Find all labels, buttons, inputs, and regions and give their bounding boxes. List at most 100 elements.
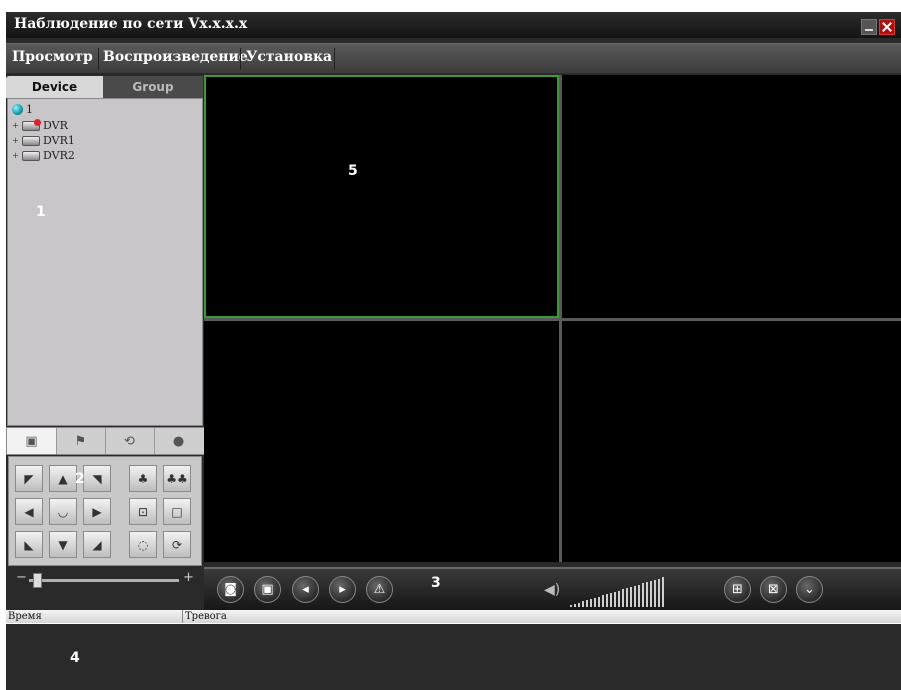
iris-close-button[interactable]: ⟳: [163, 531, 191, 558]
focus-far-button[interactable]: □: [163, 498, 191, 525]
volume-bar: [646, 582, 648, 607]
ptz-speed-slider-track[interactable]: [29, 579, 179, 582]
area-label-4: 4: [70, 650, 80, 666]
menu-playback[interactable]: Воспроизведение: [103, 49, 248, 65]
slider-minus-label: −: [16, 570, 27, 585]
volume-bar: [586, 600, 588, 607]
log-column-time[interactable]: Время: [6, 610, 183, 623]
volume-bar: [598, 596, 600, 607]
iris-open-button[interactable]: ◌: [129, 531, 157, 558]
camera-icon: ◙: [224, 582, 237, 597]
menu-bar: Просмотр Воспроизведение Установка: [6, 43, 901, 73]
tree-item-root[interactable]: 1: [12, 103, 33, 116]
log-column-alarm[interactable]: Тревога: [183, 610, 901, 623]
volume-bar: [642, 583, 644, 607]
volume-bar: [582, 601, 584, 607]
menu-separator: [240, 48, 241, 70]
tree-item-dvr2[interactable]: + DVR2: [12, 149, 75, 162]
minimize-button[interactable]: [861, 19, 877, 35]
tab-device[interactable]: Device: [6, 76, 103, 98]
alarm-button[interactable]: ⚠: [366, 576, 393, 603]
volume-bar: [626, 588, 628, 607]
zoom-in-button[interactable]: ♣: [129, 465, 157, 492]
color-icon: ●: [172, 433, 185, 449]
volume-meter[interactable]: [570, 577, 665, 607]
snapshot-button[interactable]: ◙: [217, 576, 244, 603]
layout-grid-icon: ⊞: [732, 582, 743, 597]
tab-color[interactable]: ●: [154, 428, 203, 454]
arrow-right-icon: ▸: [339, 582, 346, 597]
event-log-body: 4: [6, 624, 901, 690]
arrow-down-icon: ▼: [58, 537, 68, 552]
ptz-control-panel: ◤ ▲ ◥ ◀ ◡ ▶ ◣ ▼ ◢ ♣ ♣♣ ⊡ □ ◌ ⟳ 2: [8, 456, 202, 566]
ptz-up-left-button[interactable]: ◤: [15, 465, 43, 492]
app-window: Наблюдение по сети Vx.x.x.x Просмотр Вос…: [6, 12, 901, 690]
tab-group[interactable]: Group: [103, 76, 203, 98]
tab-ptz-control[interactable]: ▣: [7, 428, 57, 454]
tree-item-label: DVR: [43, 119, 68, 132]
device-tree: 1 + DVR + DVR1 + DVR2 1: [7, 98, 203, 426]
device-group-tabs: Device Group: [6, 76, 203, 98]
flag-icon: ⚑: [74, 433, 87, 449]
expand-icon[interactable]: +: [12, 122, 19, 130]
camera-control-icon: ▣: [25, 433, 38, 449]
ptz-speed-slider-thumb[interactable]: [32, 573, 42, 588]
record-button[interactable]: ▣: [254, 576, 281, 603]
chevron-down-icon: ⌄: [804, 582, 815, 597]
ptz-up-right-button[interactable]: ◥: [83, 465, 111, 492]
volume-bar: [638, 584, 640, 607]
ptz-right-button[interactable]: ▶: [83, 498, 111, 525]
tree-single-icon: ♣: [137, 471, 149, 486]
title-bar: Наблюдение по сети Vx.x.x.x: [6, 12, 901, 38]
volume-bar: [614, 591, 616, 607]
video-cell-2[interactable]: [562, 75, 901, 318]
previous-button[interactable]: ◂: [292, 576, 319, 603]
tab-preset[interactable]: ⚑: [56, 428, 106, 454]
volume-bar: [662, 577, 664, 607]
tree-item-label: 1: [26, 103, 33, 116]
ptz-tabs: ▣ ⚑ ⟲ ●: [6, 427, 205, 455]
ptz-down-right-button[interactable]: ◢: [83, 531, 111, 558]
next-button[interactable]: ▸: [329, 576, 356, 603]
tree-item-dvr[interactable]: + DVR: [12, 118, 68, 132]
ptz-left-button[interactable]: ◀: [15, 498, 43, 525]
arrow-up-icon: ▲: [58, 471, 68, 486]
cruise-icon: ⟲: [124, 433, 135, 449]
expand-icon[interactable]: +: [12, 137, 19, 145]
menu-separator: [334, 48, 335, 70]
globe-icon: [12, 104, 23, 115]
volume-bar: [650, 581, 652, 607]
volume-bar: [622, 589, 624, 607]
tab-cruise[interactable]: ⟲: [105, 428, 155, 454]
menu-view[interactable]: Просмотр: [12, 49, 93, 65]
more-button[interactable]: ⌄: [796, 576, 823, 603]
tree-item-label: DVR1: [43, 134, 75, 147]
fullscreen-button[interactable]: ⊠: [760, 576, 787, 603]
video-cell-4[interactable]: [562, 321, 901, 562]
video-cell-1[interactable]: 5: [204, 75, 559, 318]
close-button[interactable]: [879, 19, 895, 35]
volume-bar: [630, 587, 632, 607]
video-grid: 5: [204, 75, 901, 562]
video-cell-3[interactable]: [204, 321, 559, 562]
arrow-down-left-icon: ◣: [24, 537, 34, 552]
ptz-up-button[interactable]: ▲: [49, 465, 77, 492]
ptz-down-left-button[interactable]: ◣: [15, 531, 43, 558]
volume-bar: [658, 578, 660, 607]
ptz-auto-button[interactable]: ◡: [49, 498, 77, 525]
expand-icon[interactable]: +: [12, 152, 19, 160]
video-camera-icon: ▣: [261, 582, 274, 597]
menu-settings[interactable]: Установка: [246, 49, 332, 65]
ptz-down-button[interactable]: ▼: [49, 531, 77, 558]
volume-bar: [610, 593, 612, 607]
layout-button[interactable]: ⊞: [724, 576, 751, 603]
tree-item-dvr1[interactable]: + DVR1: [12, 134, 75, 147]
iris-close-icon: ⟳: [171, 537, 183, 552]
event-log-header: Время Тревога: [6, 610, 901, 624]
zoom-out-button[interactable]: ♣♣: [163, 465, 191, 492]
volume-bar: [574, 603, 576, 607]
focus-near-button[interactable]: ⊡: [129, 498, 157, 525]
focus-far-icon: □: [171, 504, 183, 519]
speaker-icon[interactable]: ◀): [544, 582, 560, 598]
volume-bar: [570, 605, 572, 607]
